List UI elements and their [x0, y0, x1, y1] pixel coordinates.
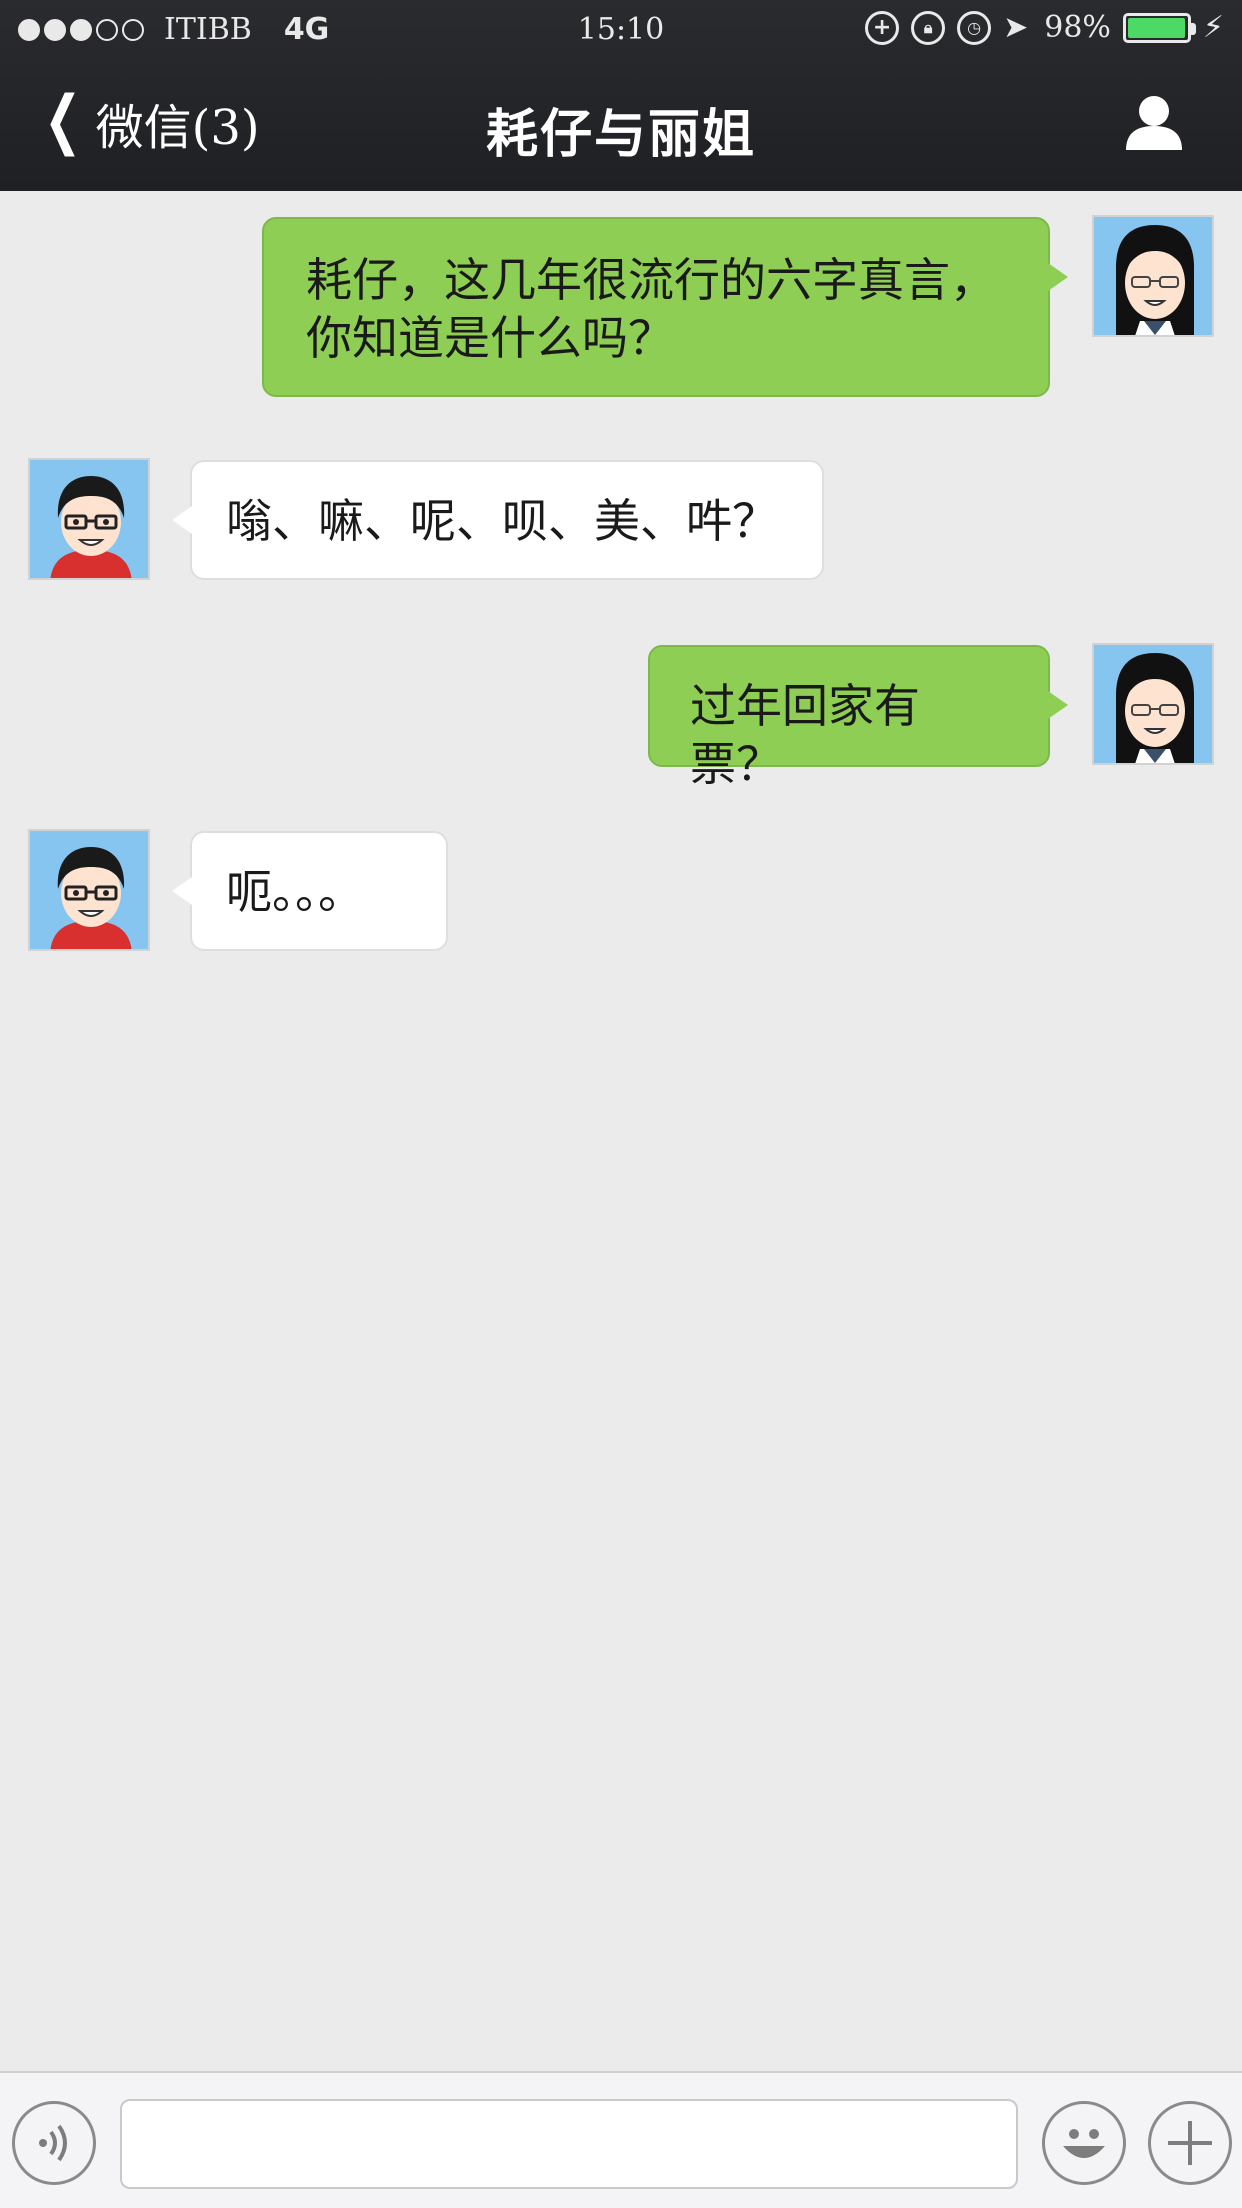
contact-avatar[interactable] [28, 458, 150, 580]
alarm-icon: ◷ [957, 10, 992, 45]
voice-wave-icon [39, 2124, 67, 2162]
add-circle-icon: + [865, 10, 900, 45]
input-bar [0, 2071, 1242, 2208]
message-input[interactable] [120, 2099, 1018, 2189]
battery-icon [1122, 12, 1196, 43]
location-arrow-icon: ➤ [1003, 10, 1029, 45]
boy-avatar-icon [30, 831, 148, 949]
message-list[interactable]: 耗仔，这几年很流行的六字真言， 你知道是什么吗？ 嗡、嘛、呢、呗、美、吽？ 过年… [0, 191, 1242, 2071]
more-button[interactable] [1148, 2101, 1232, 2185]
contact-avatar[interactable] [28, 829, 150, 951]
status-right: + 🔒︎ ◷ ➤ 98% ⚡︎ [865, 10, 1224, 45]
message-text-line: 耗仔，这几年很流行的六字真言， [306, 253, 996, 307]
girl-avatar-icon [1094, 217, 1212, 335]
message-text-line: 你知道是什么吗？ [306, 311, 674, 365]
person-icon [1126, 96, 1182, 150]
message-bubble-received[interactable]: 呃。。。 [172, 831, 448, 951]
battery-percent: 98% [1044, 10, 1111, 45]
message-bubble-received[interactable]: 嗡、嘛、呢、呗、美、吽？ [172, 460, 824, 580]
voice-button[interactable] [12, 2101, 96, 2185]
message-bubble-sent[interactable]: 过年回家有票？ [648, 645, 1068, 791]
emoji-button[interactable] [1042, 2101, 1126, 2185]
message-text-line: 呃。。。 [226, 865, 364, 919]
my-avatar[interactable] [1092, 215, 1214, 337]
my-avatar[interactable] [1092, 643, 1214, 765]
smiley-icon [1063, 2129, 1105, 2158]
chat-screen: ITIBB 4G 15:10 + 🔒︎ ◷ ➤ 98% ⚡︎ ❮ 微信(3) 耗 [0, 0, 1242, 2208]
message-text-line: 过年回家有票？ [690, 679, 920, 791]
boy-avatar-icon [30, 460, 148, 578]
battery-fill [1127, 17, 1185, 38]
top-bar: ITIBB 4G 15:10 + 🔒︎ ◷ ➤ 98% ⚡︎ ❮ 微信(3) 耗 [0, 0, 1242, 191]
message-text-line: 嗡、嘛、呢、呗、美、吽？ [226, 494, 778, 548]
chat-title: 耗仔与丽姐 [485, 105, 756, 165]
message-bubble-sent[interactable]: 耗仔，这几年很流行的六字真言， 你知道是什么吗？ [262, 217, 1068, 397]
profile-button[interactable] [1124, 94, 1184, 152]
rotation-lock-icon: 🔒︎ [911, 10, 946, 45]
nav-bar: ❮ 微信(3) 耗仔与丽姐 [0, 58, 1242, 191]
charging-bolt-icon: ⚡︎ [1202, 10, 1224, 45]
status-bar: ITIBB 4G 15:10 + 🔒︎ ◷ ➤ 98% ⚡︎ [0, 0, 1242, 58]
girl-avatar-icon [1094, 645, 1212, 763]
plus-icon [1168, 2121, 1212, 2165]
